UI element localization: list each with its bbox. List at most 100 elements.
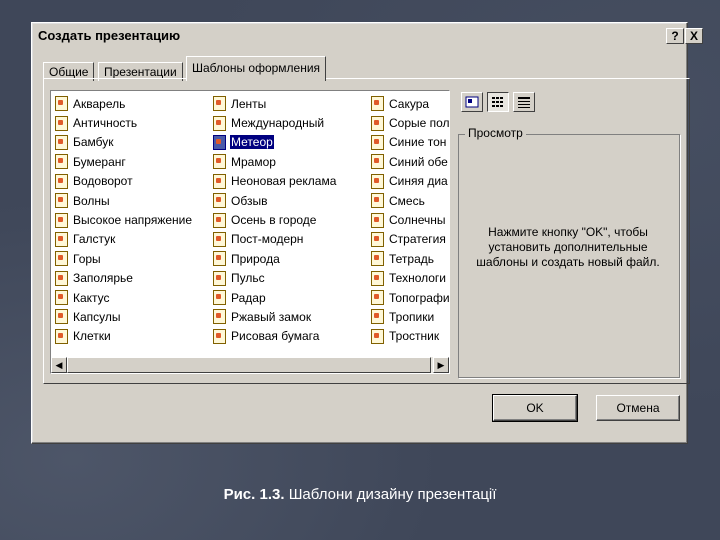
horizontal-scrollbar[interactable]: ◀ ▶ — [51, 357, 449, 373]
template-file-icon — [55, 96, 68, 112]
template-label: Тетрадь — [389, 251, 435, 266]
template-item[interactable]: Пульс — [213, 269, 337, 288]
template-file-icon — [213, 270, 226, 286]
template-item[interactable]: Бумеранг — [55, 152, 193, 171]
close-button[interactable]: X — [685, 28, 703, 44]
figure-caption: Рис. 1.3. Шаблони дизайну презентації — [0, 486, 720, 503]
caption-text: Шаблони дизайну презентації — [288, 486, 497, 503]
template-item[interactable]: Заполярье — [55, 269, 193, 288]
template-file-icon — [55, 251, 68, 267]
list-icon — [492, 97, 503, 107]
template-file-icon — [371, 173, 384, 189]
template-item[interactable]: Капсулы — [55, 307, 193, 326]
template-item[interactable]: Акварель — [55, 94, 193, 113]
template-item[interactable]: Синяя диа — [371, 172, 449, 191]
template-item[interactable]: Кактус — [55, 288, 193, 307]
template-file-icon — [371, 231, 384, 247]
details-icon — [518, 97, 530, 108]
template-item[interactable]: Солнечны — [371, 210, 449, 229]
template-file-icon — [371, 115, 384, 131]
cancel-button[interactable]: Отмена — [596, 395, 680, 421]
template-file-icon — [213, 154, 226, 170]
template-file-icon — [55, 173, 68, 189]
template-item[interactable]: Стратегия — [371, 230, 449, 249]
template-label: Мрамор — [231, 154, 276, 169]
scrollbar-thumb[interactable] — [67, 357, 431, 373]
template-item[interactable]: Горы — [55, 249, 193, 268]
template-label: Бамбук — [73, 135, 114, 150]
template-item[interactable]: Сорые пол — [371, 113, 449, 132]
template-file-icon — [55, 115, 68, 131]
template-label: Пульс — [231, 271, 265, 286]
template-item[interactable]: Международный — [213, 113, 337, 132]
scroll-right-icon[interactable]: ▶ — [433, 357, 449, 373]
template-item[interactable]: Обзыв — [213, 191, 337, 210]
template-label: Технологи — [389, 271, 446, 286]
template-file-icon — [213, 251, 226, 267]
template-item[interactable]: Природа — [213, 249, 337, 268]
template-item[interactable]: Высокое напряжение — [55, 210, 193, 229]
template-item[interactable]: Тетрадь — [371, 249, 449, 268]
template-label: Синяя диа — [389, 174, 448, 189]
template-item[interactable]: Синий обе — [371, 152, 449, 171]
caption-prefix: Рис. 1.3. — [223, 486, 285, 503]
details-view-button[interactable] — [513, 92, 535, 112]
template-item[interactable]: Сакура — [371, 94, 449, 113]
template-file-icon — [371, 96, 384, 112]
template-file-icon — [371, 309, 384, 325]
template-file-icon — [371, 193, 384, 209]
template-item[interactable]: Осень в городе — [213, 210, 337, 229]
template-item[interactable]: Технологи — [371, 269, 449, 288]
template-file-icon — [55, 154, 68, 170]
template-item[interactable]: Водоворот — [55, 172, 193, 191]
template-file-icon — [55, 270, 68, 286]
template-label: Пост-модерн — [231, 232, 304, 247]
template-label: Синие тон — [389, 135, 447, 150]
template-item[interactable]: Синие тон — [371, 133, 449, 152]
template-file-icon — [371, 212, 384, 228]
template-label: Бумеранг — [73, 154, 126, 169]
template-item[interactable]: Ржавый замок — [213, 307, 337, 326]
template-item[interactable]: Мрамор — [213, 152, 337, 171]
template-item[interactable]: Бамбук — [55, 133, 193, 152]
template-label: Галстук — [73, 232, 116, 247]
list-view-button[interactable] — [487, 92, 509, 112]
help-button[interactable]: ? — [666, 28, 684, 44]
template-label: Ржавый замок — [231, 309, 312, 324]
template-item[interactable]: Тростник — [371, 327, 449, 346]
template-file-icon — [55, 134, 68, 150]
template-label: Солнечны — [389, 213, 446, 228]
template-item[interactable]: Рисовая бумага — [213, 327, 337, 346]
preview-group: Просмотр Нажмите кнопку "OK", чтобы уста… — [458, 126, 680, 378]
template-item[interactable]: Радар — [213, 288, 337, 307]
large-icons-view-button[interactable] — [461, 92, 483, 112]
template-label: Тростник — [389, 329, 440, 344]
template-item[interactable]: Тропики — [371, 307, 449, 326]
template-file-icon — [55, 328, 68, 344]
scroll-left-icon[interactable]: ◀ — [51, 357, 67, 373]
template-file-icon — [371, 134, 384, 150]
template-label: Стратегия — [389, 232, 446, 247]
ok-button[interactable]: OK — [492, 394, 578, 422]
templates-listview[interactable]: Акварель Античность Бамбук Бумеранг Водоворо… — [50, 90, 450, 374]
template-file-icon — [213, 134, 226, 150]
template-item[interactable]: Античность — [55, 113, 193, 132]
template-file-icon — [213, 212, 226, 228]
template-file-icon — [55, 290, 68, 306]
template-item[interactable]: Пост-модерн — [213, 230, 337, 249]
template-item[interactable]: Метеор — [213, 133, 337, 152]
template-label: Природа — [231, 251, 280, 266]
template-label: Синий обе — [389, 154, 448, 169]
template-item[interactable]: Смесь — [371, 191, 449, 210]
template-file-icon — [213, 173, 226, 189]
template-item[interactable]: Топографи — [371, 288, 449, 307]
template-file-icon — [55, 193, 68, 209]
template-file-icon — [371, 154, 384, 170]
preview-legend: Просмотр — [465, 126, 526, 140]
template-item[interactable]: Галстук — [55, 230, 193, 249]
template-item[interactable]: Клетки — [55, 327, 193, 346]
template-item[interactable]: Волны — [55, 191, 193, 210]
template-item[interactable]: Неоновая реклама — [213, 172, 337, 191]
tab-design-templates[interactable]: Шаблоны оформления — [186, 56, 327, 81]
template-item[interactable]: Ленты — [213, 94, 337, 113]
